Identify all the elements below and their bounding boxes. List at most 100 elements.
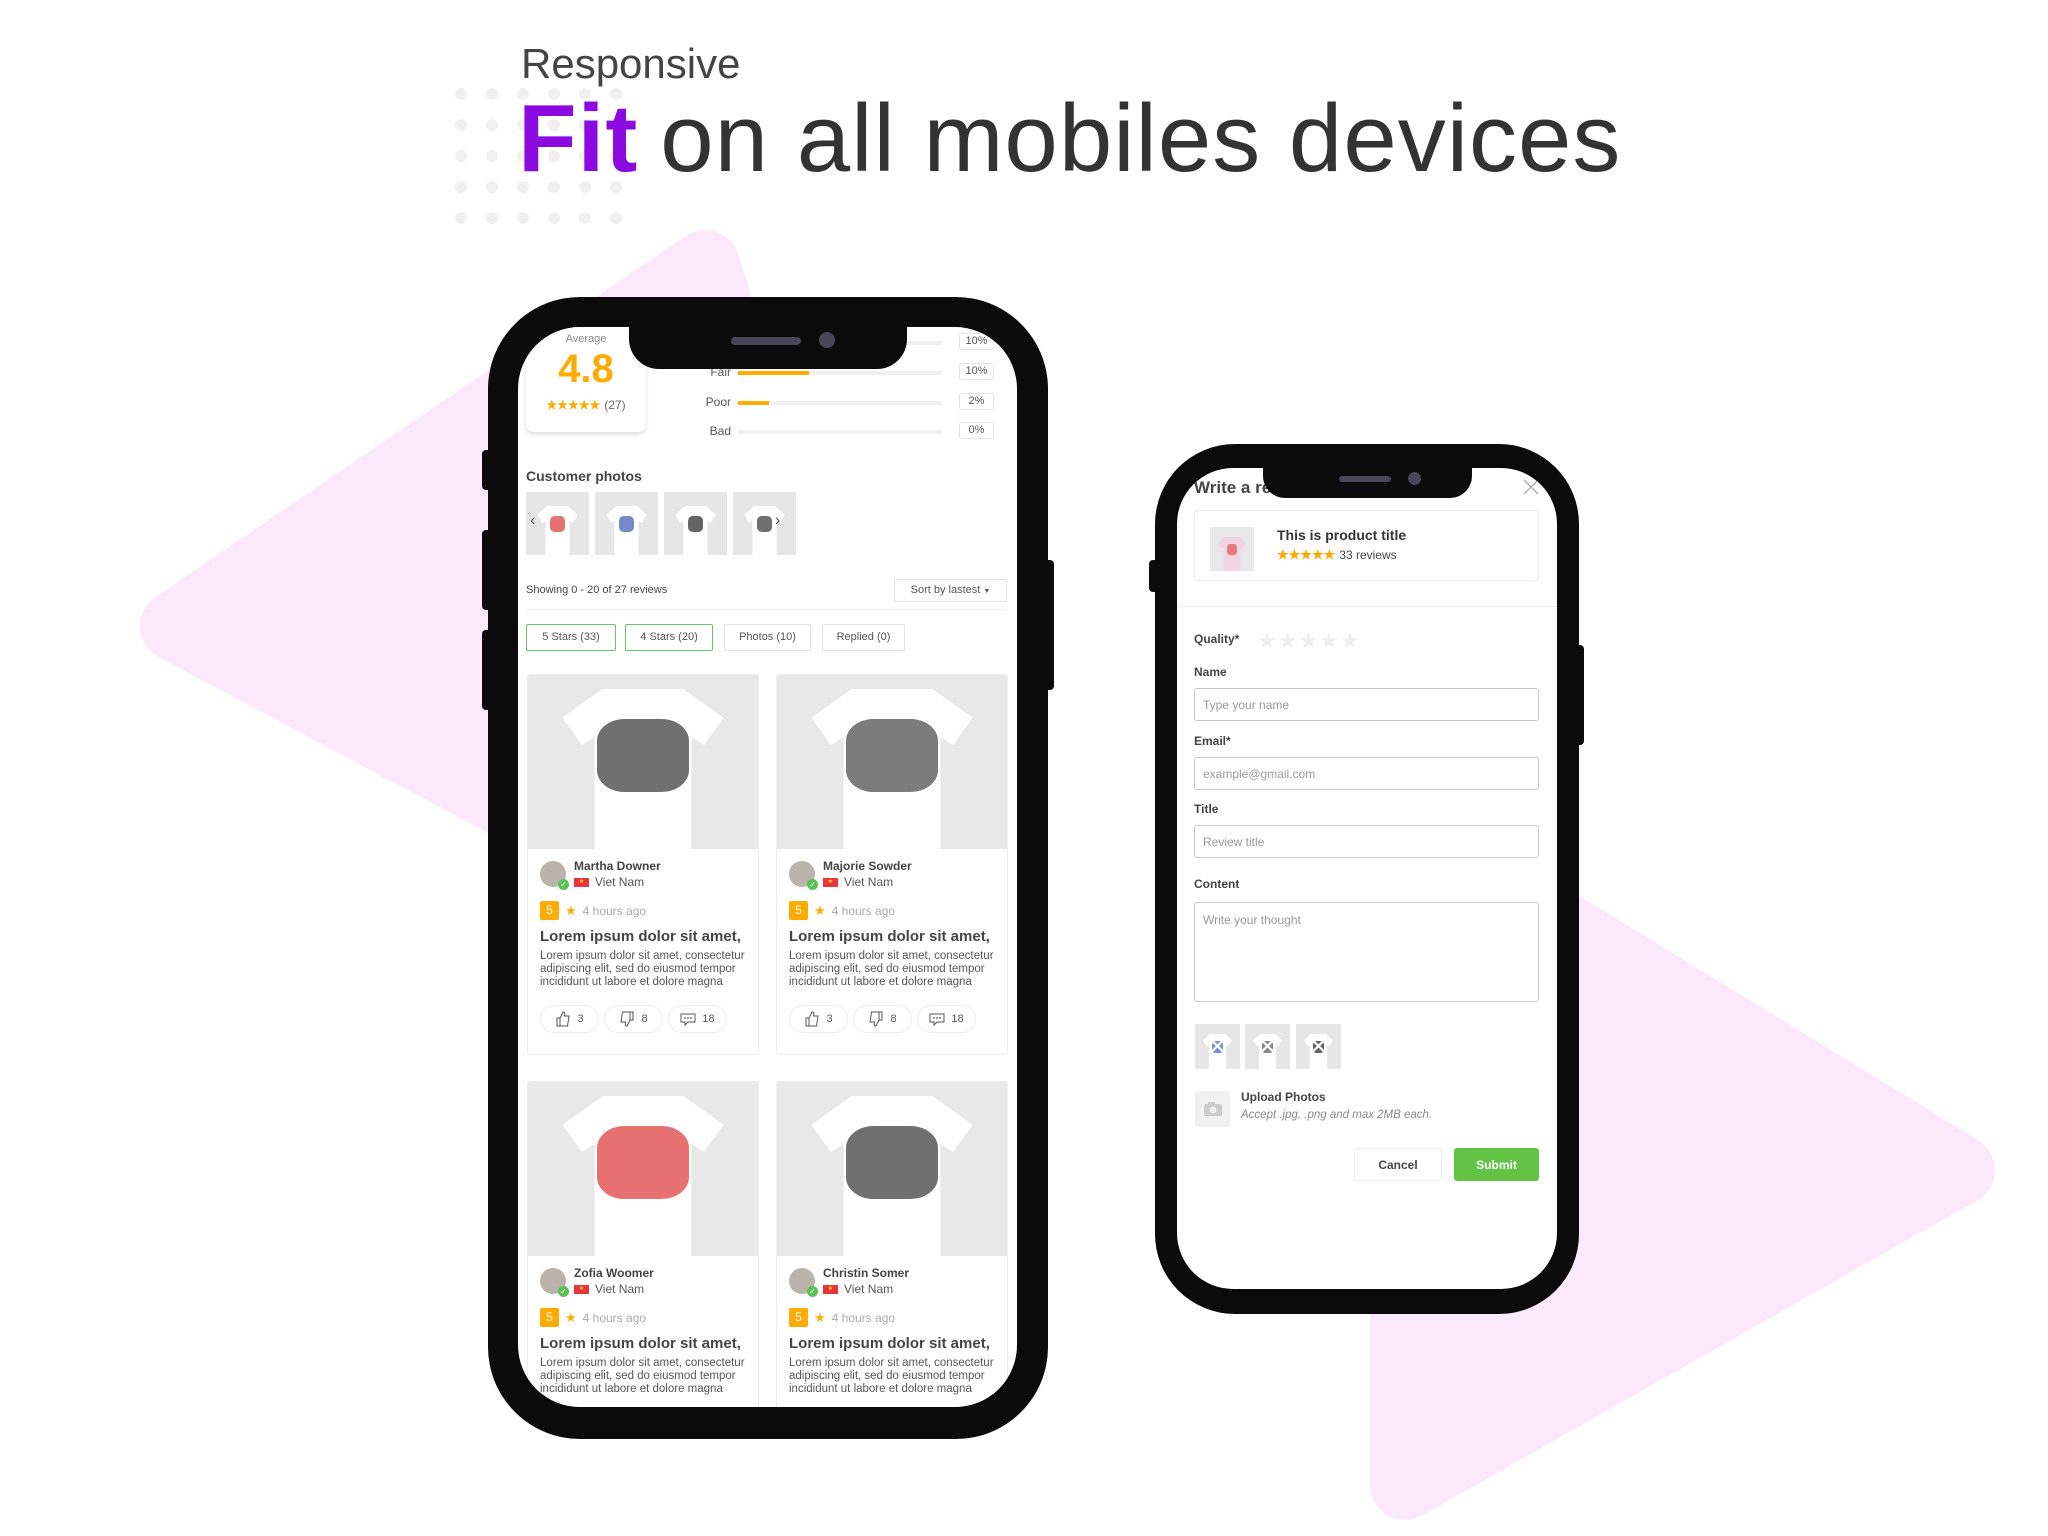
sort-dropdown[interactable]: Sort by lastest ▼ [894, 579, 1007, 602]
rating-badge: 5 [789, 901, 808, 920]
vietnam-flag-icon: ★ [823, 1284, 838, 1294]
product-rating: ★★★★★ 33 reviews [1277, 547, 1397, 563]
filter-chip[interactable]: Photos (10) [724, 624, 811, 651]
review-title: Lorem ipsum dolor sit amet, [789, 928, 990, 945]
remove-photo-icon[interactable]: ✕ [1195, 1024, 1240, 1069]
upload-photo-button[interactable] [1195, 1091, 1230, 1127]
like-button[interactable]: 3 [789, 1005, 848, 1033]
uploaded-photo[interactable]: ✕ [1296, 1024, 1341, 1069]
review-card: ✓ Majorie Sowder ★ Viet Nam 5 ★ 4 hours ago… [776, 674, 1008, 1055]
content-textarea[interactable] [1194, 902, 1539, 1002]
dislike-button[interactable]: 8 [604, 1005, 663, 1033]
review-photo[interactable] [777, 1082, 1007, 1256]
dislike-button[interactable]: 8 [853, 1005, 912, 1033]
customer-photos-title: Customer photos [526, 468, 642, 484]
review-body: Lorem ipsum dolor sit amet, consectetur … [540, 1357, 745, 1395]
rating-bar-label: Poor [705, 395, 731, 409]
rating-bar-percent: 10% [959, 363, 994, 380]
like-button[interactable]: 3 [540, 1005, 599, 1033]
hero-headline: Fit on all mobiles devices [518, 84, 1621, 194]
rating-bar-label: Bad [709, 424, 731, 438]
comment-icon [680, 1013, 696, 1027]
comment-button[interactable]: 18 [917, 1005, 976, 1033]
camera-icon [1204, 1102, 1222, 1116]
quality-star-input[interactable]: ★★★★★ [1257, 628, 1361, 654]
star-icon[interactable]: ★ [1340, 628, 1361, 653]
avatar: ✓ [540, 1268, 569, 1297]
product-image [1210, 527, 1254, 571]
review-time: 4 hours ago [582, 1310, 647, 1325]
camera [819, 332, 835, 348]
customer-photo[interactable] [664, 492, 727, 555]
remove-photo-icon[interactable]: ✕ [1296, 1024, 1341, 1069]
star-icon[interactable]: ★ [1298, 628, 1319, 653]
review-count: (27) [604, 398, 626, 412]
rating-bar-row: Bad 0% [658, 422, 1003, 442]
dot [486, 119, 498, 131]
name-label: Name [1194, 665, 1227, 679]
dot [579, 212, 591, 224]
submit-button[interactable]: Submit [1454, 1148, 1539, 1181]
modal-title: Write a re [1194, 478, 1272, 497]
rating-badge: 5 [540, 1308, 559, 1327]
speaker [1339, 476, 1391, 482]
chevron-right-icon[interactable]: › [775, 512, 780, 530]
verified-check-icon: ✓ [807, 879, 818, 890]
comment-icon [929, 1013, 945, 1027]
chevron-left-icon[interactable]: ‹ [530, 512, 535, 530]
star-icon: ★ [565, 902, 577, 918]
title-input[interactable] [1194, 825, 1539, 858]
star-icon: ★ [814, 1309, 826, 1325]
phone-notch [1263, 468, 1472, 498]
thumbs-down-icon [869, 1011, 883, 1027]
speaker [731, 337, 801, 345]
phone-notch [629, 327, 907, 369]
email-input[interactable] [1194, 757, 1539, 790]
dot [610, 212, 622, 224]
hero-subtitle: Responsive [521, 40, 741, 87]
reviewer-name: Zofia Woomer [574, 1266, 654, 1280]
quality-label: Quality* [1194, 632, 1240, 646]
avatar: ✓ [789, 1268, 818, 1297]
filter-chip[interactable]: 4 Stars (20) [625, 624, 713, 651]
rating-bar-row: Poor 2% [658, 393, 1003, 413]
average-stars: ★★★★★ (27) [526, 398, 646, 412]
review-photo[interactable] [777, 675, 1007, 849]
rating-badge: 5 [789, 1308, 808, 1327]
comment-button[interactable]: 18 [668, 1005, 727, 1033]
review-photo[interactable] [528, 675, 758, 849]
review-card: ✓ Zofia Woomer ★ Viet Nam 5 ★ 4 hours ago L… [527, 1081, 759, 1407]
filter-chip[interactable]: Replied (0) [822, 624, 905, 651]
uploaded-photo[interactable]: ✕ [1245, 1024, 1290, 1069]
uploaded-photo[interactable]: ✕ [1195, 1024, 1240, 1069]
thumbs-down-icon [620, 1011, 634, 1027]
name-input[interactable] [1194, 688, 1539, 721]
star-icon: ★ [814, 902, 826, 918]
dislike-count: 8 [641, 1013, 648, 1025]
review-body: Lorem ipsum dolor sit amet, consectetur … [789, 1357, 994, 1395]
product-summary: This is product title ★★★★★ 33 reviews [1194, 510, 1539, 581]
star-icon[interactable]: ★ [1257, 628, 1278, 653]
star-icon[interactable]: ★ [1278, 628, 1299, 653]
cancel-button[interactable]: Cancel [1354, 1148, 1442, 1181]
rating-bar [738, 430, 942, 434]
review-body: Lorem ipsum dolor sit amet, consectetur … [789, 950, 994, 988]
email-label: Email* [1194, 734, 1231, 748]
remove-photo-icon[interactable]: ✕ [1245, 1024, 1290, 1069]
close-icon[interactable] [1522, 478, 1540, 496]
filter-chip[interactable]: 5 Stars (33) [526, 624, 616, 651]
review-photo[interactable] [528, 1082, 758, 1256]
star-icon[interactable]: ★ [1319, 628, 1340, 653]
comment-count: 18 [951, 1013, 964, 1025]
thumbs-up-icon [805, 1011, 820, 1027]
dot [486, 88, 498, 100]
customer-photo[interactable] [595, 492, 658, 555]
upload-hint: Accept .jpg, .png and max 2MB each. [1241, 1109, 1433, 1121]
average-value: 4.8 [558, 347, 614, 391]
dot [517, 212, 529, 224]
customer-photo[interactable] [526, 492, 589, 555]
customer-photo[interactable] [733, 492, 796, 555]
rating-bar [738, 371, 942, 375]
dot [486, 150, 498, 162]
thumbs-up-icon [556, 1011, 571, 1027]
